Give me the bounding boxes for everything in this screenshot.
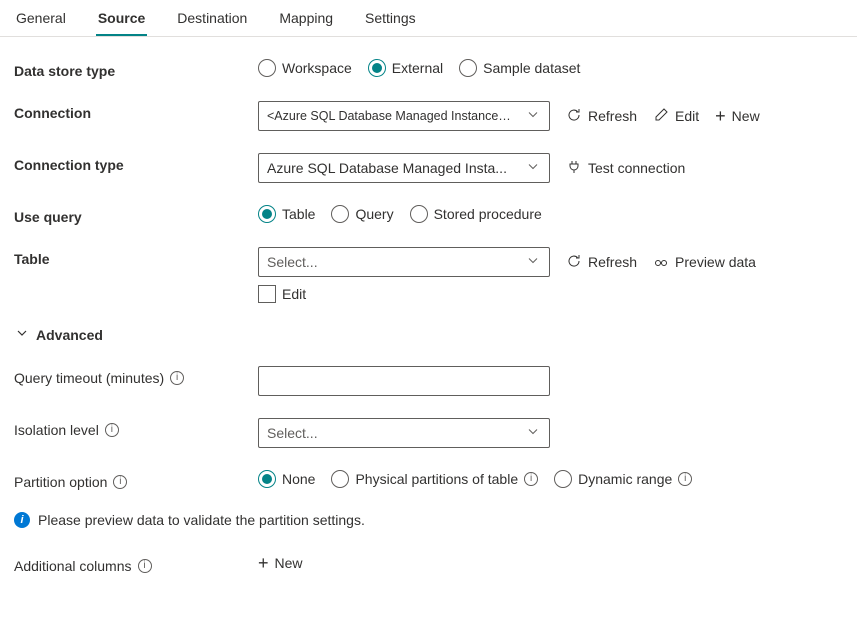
label-connection: Connection bbox=[14, 101, 258, 121]
table-edit-checkbox[interactable]: Edit bbox=[258, 285, 306, 303]
radio-workspace-label: Workspace bbox=[282, 60, 352, 76]
tab-general[interactable]: General bbox=[14, 6, 68, 36]
test-connection-label: Test connection bbox=[588, 160, 685, 176]
radio-use-query[interactable]: Query bbox=[331, 205, 393, 223]
tab-source[interactable]: Source bbox=[96, 6, 147, 36]
label-use-query: Use query bbox=[14, 205, 258, 225]
tab-mapping[interactable]: Mapping bbox=[277, 6, 335, 36]
partition-info-message: i Please preview data to validate the pa… bbox=[14, 512, 843, 528]
connection-dropdown[interactable]: <Azure SQL Database Managed Instance con… bbox=[258, 101, 550, 131]
radio-use-stored-procedure[interactable]: Stored procedure bbox=[410, 205, 542, 223]
refresh-icon bbox=[566, 253, 582, 272]
label-query-timeout: Query timeout (minutes) i bbox=[14, 366, 258, 386]
advanced-label: Advanced bbox=[36, 327, 103, 343]
chevron-down-icon bbox=[525, 107, 541, 126]
label-additional-columns: Additional columns i bbox=[14, 554, 258, 574]
tab-settings[interactable]: Settings bbox=[363, 6, 418, 36]
preview-data-label: Preview data bbox=[675, 254, 756, 270]
info-icon[interactable]: i bbox=[113, 475, 127, 489]
connection-type-value: Azure SQL Database Managed Insta... bbox=[267, 160, 507, 176]
radio-use-table[interactable]: Table bbox=[258, 205, 315, 223]
table-placeholder: Select... bbox=[267, 254, 318, 270]
radio-partition-none-label: None bbox=[282, 471, 315, 487]
label-isolation-level: Isolation level i bbox=[14, 418, 258, 438]
connection-refresh-button[interactable]: Refresh bbox=[566, 107, 637, 126]
plug-icon bbox=[566, 159, 582, 178]
radio-sample-dataset[interactable]: Sample dataset bbox=[459, 59, 580, 77]
table-refresh-label: Refresh bbox=[588, 254, 637, 270]
source-form: Data store type Workspace External Sampl… bbox=[0, 37, 857, 618]
isolation-placeholder: Select... bbox=[267, 425, 318, 441]
radio-external-label: External bbox=[392, 60, 443, 76]
info-icon[interactable]: i bbox=[170, 371, 184, 385]
table-edit-label: Edit bbox=[282, 286, 306, 302]
radio-partition-physical[interactable]: Physical partitions of table i bbox=[331, 470, 538, 488]
info-icon[interactable]: i bbox=[138, 559, 152, 573]
pencil-icon bbox=[653, 107, 669, 126]
radio-use-sp-label: Stored procedure bbox=[434, 206, 542, 222]
radio-use-table-label: Table bbox=[282, 206, 315, 222]
label-data-store-type: Data store type bbox=[14, 59, 258, 79]
label-partition-option: Partition option i bbox=[14, 470, 258, 490]
additional-columns-new-button[interactable]: + New bbox=[258, 554, 303, 572]
glasses-icon bbox=[653, 253, 669, 272]
radio-partition-dynamic[interactable]: Dynamic range i bbox=[554, 470, 692, 488]
label-connection-type: Connection type bbox=[14, 153, 258, 173]
connection-edit-button[interactable]: Edit bbox=[653, 107, 699, 126]
radio-partition-none[interactable]: None bbox=[258, 470, 315, 488]
query-timeout-input[interactable] bbox=[258, 366, 550, 396]
test-connection-button[interactable]: Test connection bbox=[566, 159, 685, 178]
refresh-icon bbox=[566, 107, 582, 126]
connection-new-label: New bbox=[732, 108, 760, 124]
tab-destination[interactable]: Destination bbox=[175, 6, 249, 36]
chevron-down-icon bbox=[525, 159, 541, 178]
label-table: Table bbox=[14, 247, 258, 267]
table-dropdown[interactable]: Select... bbox=[258, 247, 550, 277]
info-icon[interactable]: i bbox=[105, 423, 119, 437]
isolation-level-dropdown[interactable]: Select... bbox=[258, 418, 550, 448]
connection-type-dropdown[interactable]: Azure SQL Database Managed Insta... bbox=[258, 153, 550, 183]
radio-partition-dynamic-label: Dynamic range bbox=[578, 471, 672, 487]
chevron-down-icon bbox=[14, 325, 30, 344]
info-icon[interactable]: i bbox=[524, 472, 538, 486]
connection-new-button[interactable]: + New bbox=[715, 107, 760, 125]
info-filled-icon: i bbox=[14, 512, 30, 528]
plus-icon: + bbox=[715, 107, 726, 125]
advanced-toggle[interactable]: Advanced bbox=[14, 325, 843, 344]
radio-workspace[interactable]: Workspace bbox=[258, 59, 352, 77]
info-icon[interactable]: i bbox=[678, 472, 692, 486]
preview-data-button[interactable]: Preview data bbox=[653, 253, 756, 272]
table-refresh-button[interactable]: Refresh bbox=[566, 253, 637, 272]
radio-external[interactable]: External bbox=[368, 59, 443, 77]
radio-sample-label: Sample dataset bbox=[483, 60, 580, 76]
connection-value: <Azure SQL Database Managed Instance con… bbox=[267, 109, 511, 123]
radio-partition-physical-label: Physical partitions of table bbox=[355, 471, 518, 487]
tab-bar: General Source Destination Mapping Setti… bbox=[0, 0, 857, 37]
additional-columns-new-label: New bbox=[275, 555, 303, 571]
partition-info-text: Please preview data to validate the part… bbox=[38, 512, 365, 528]
radio-use-query-label: Query bbox=[355, 206, 393, 222]
chevron-down-icon bbox=[525, 253, 541, 272]
connection-refresh-label: Refresh bbox=[588, 108, 637, 124]
chevron-down-icon bbox=[525, 424, 541, 443]
connection-edit-label: Edit bbox=[675, 108, 699, 124]
plus-icon: + bbox=[258, 554, 269, 572]
